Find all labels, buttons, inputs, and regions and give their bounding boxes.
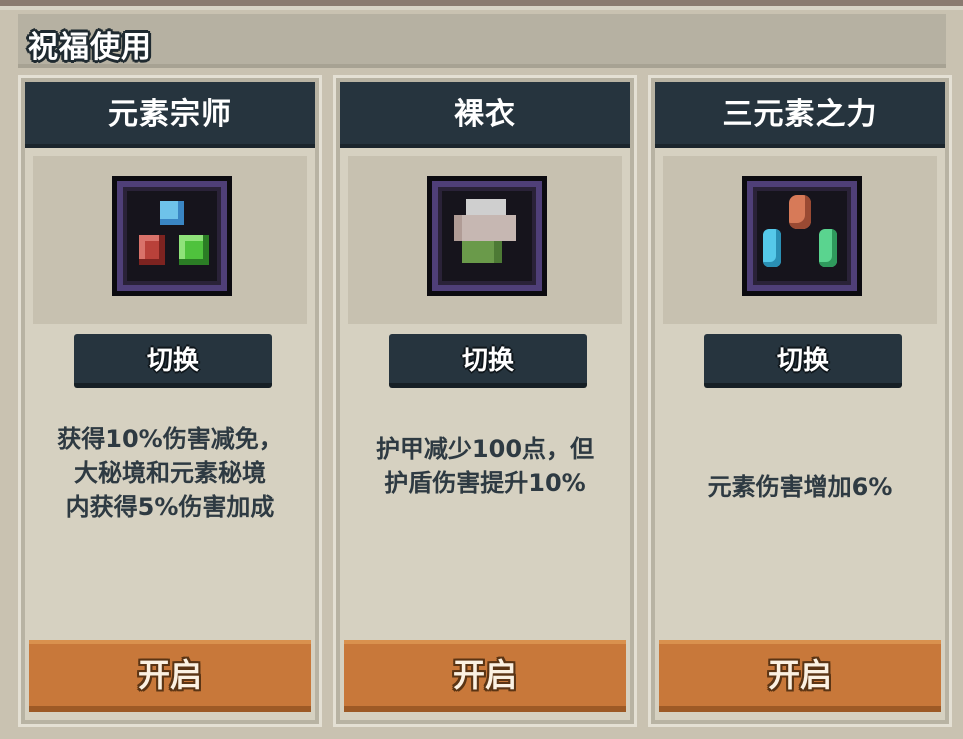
green-crystal	[819, 229, 837, 267]
icon-area	[663, 156, 937, 324]
cyan-crystal	[763, 229, 781, 267]
blessing-card-three-elements: 三元素之力 切换 元素伤害增加6% 开启	[648, 75, 952, 727]
icon-area	[348, 156, 622, 324]
blue-crystal	[160, 201, 184, 225]
three-elements-icon	[742, 176, 862, 296]
blessing-card-element-master: 元素宗师 切换 获得10%伤害减免， 大秘境和元素秘境 内获得5%伤害加成 开启	[18, 75, 322, 727]
page-title: 祝福使用	[28, 30, 152, 65]
switch-button[interactable]: 切换	[704, 334, 902, 388]
naked-cloth-icon	[427, 176, 547, 296]
blessing-card-naked-cloth: 裸衣 切换 护甲减少100点，但 护盾伤害提升10% 开启	[333, 75, 637, 727]
switch-button[interactable]: 切换	[74, 334, 272, 388]
open-button[interactable]: 开启	[659, 640, 941, 712]
green-crystal	[179, 235, 209, 265]
card-header: 三元素之力	[655, 82, 945, 148]
icon-area	[33, 156, 307, 324]
open-button[interactable]: 开启	[344, 640, 626, 712]
open-button[interactable]: 开启	[29, 640, 311, 712]
card-title: 三元素之力	[722, 97, 878, 132]
top-border-light	[0, 6, 963, 10]
card-header: 裸衣	[340, 82, 630, 148]
cloth-bottom	[462, 241, 502, 263]
cloth-body	[454, 215, 516, 241]
blessing-description: 元素伤害增加6%	[707, 473, 893, 501]
orange-crystal	[789, 195, 811, 229]
element-master-icon	[112, 176, 232, 296]
card-header: 元素宗师	[25, 82, 315, 148]
red-crystal	[139, 235, 165, 265]
blessing-description: 护甲减少100点，但 护盾伤害提升10%	[375, 435, 595, 497]
card-title: 元素宗师	[108, 97, 232, 132]
card-title: 裸衣	[454, 97, 516, 132]
blessing-description: 获得10%伤害减免， 大秘境和元素秘境 内获得5%伤害加成	[57, 425, 283, 521]
switch-button[interactable]: 切换	[389, 334, 587, 388]
header-bar: 祝福使用	[18, 14, 946, 68]
